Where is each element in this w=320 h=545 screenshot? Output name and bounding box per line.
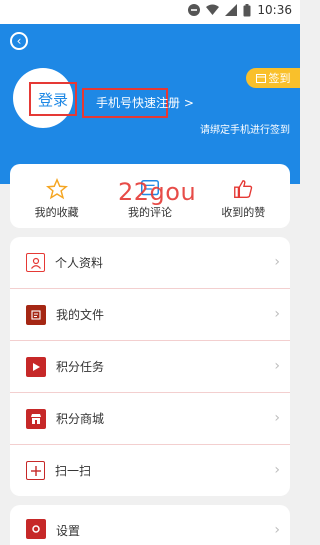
menu-label-scan: 扫一扫	[55, 464, 92, 478]
do-not-disturb-icon	[188, 4, 201, 16]
watermark-text: 22gou	[118, 178, 197, 206]
likes-button[interactable]: 收到的赞	[197, 164, 290, 228]
menu-item-files[interactable]: 我的文件 ›	[10, 289, 290, 341]
signin-button[interactable]: 签到	[246, 68, 300, 88]
likes-label: 收到的赞	[221, 206, 266, 219]
thumbs-up-icon	[234, 180, 253, 198]
favorites-label: 我的收藏	[34, 206, 79, 219]
signin-label: 签到	[268, 72, 291, 85]
status-time: 10:36	[257, 3, 292, 17]
register-link[interactable]: 手机号快速注册 >	[96, 94, 194, 111]
menu-item-profile[interactable]: 个人资料 ›	[10, 237, 290, 289]
battery-icon	[243, 3, 251, 16]
menu-label-profile: 个人资料	[55, 256, 104, 270]
menu-item-points-tasks[interactable]: 积分任务 ›	[10, 341, 290, 393]
menu-label-points-tasks: 积分任务	[56, 360, 105, 374]
wifi-icon	[206, 4, 220, 15]
back-icon[interactable]: ‹	[10, 32, 28, 50]
file-icon	[26, 304, 46, 325]
signin-tip: 请绑定手机进行签到	[200, 125, 290, 136]
chevron-right-icon: ›	[274, 462, 280, 478]
signal-icon	[225, 4, 238, 16]
gear-icon	[26, 519, 46, 539]
login-button[interactable]: 登录	[29, 82, 77, 116]
store-icon	[26, 408, 46, 429]
login-label: 登录	[37, 90, 68, 109]
menu-label-files: 我的文件	[56, 308, 105, 322]
flag-icon	[26, 356, 46, 377]
chevron-right-icon: ›	[274, 522, 280, 538]
menu-label-settings: 设置	[56, 524, 81, 538]
menu-label-points-store: 积分商城	[56, 412, 105, 426]
menu-item-settings[interactable]: 设置 ›	[10, 505, 290, 545]
chevron-right-icon: ›	[274, 306, 280, 322]
profile-icon	[26, 253, 45, 272]
menu-item-points-store[interactable]: 积分商城 ›	[10, 393, 290, 445]
menu-list: 个人资料 › 我的文件 › 积分任务 › 积分商城 › 扫一扫 ›	[10, 237, 290, 496]
star-icon	[45, 178, 68, 200]
chevron-right-icon: ›	[274, 254, 280, 270]
calendar-icon	[255, 74, 266, 83]
status-bar: 10:36	[0, 0, 300, 24]
menu-item-scan[interactable]: 扫一扫 ›	[10, 445, 290, 496]
scan-icon	[26, 461, 45, 480]
favorites-button[interactable]: 我的收藏	[10, 164, 103, 228]
chevron-right-icon: ›	[274, 358, 280, 374]
comments-label: 我的评论	[127, 206, 172, 219]
chevron-right-icon: ›	[274, 410, 280, 426]
